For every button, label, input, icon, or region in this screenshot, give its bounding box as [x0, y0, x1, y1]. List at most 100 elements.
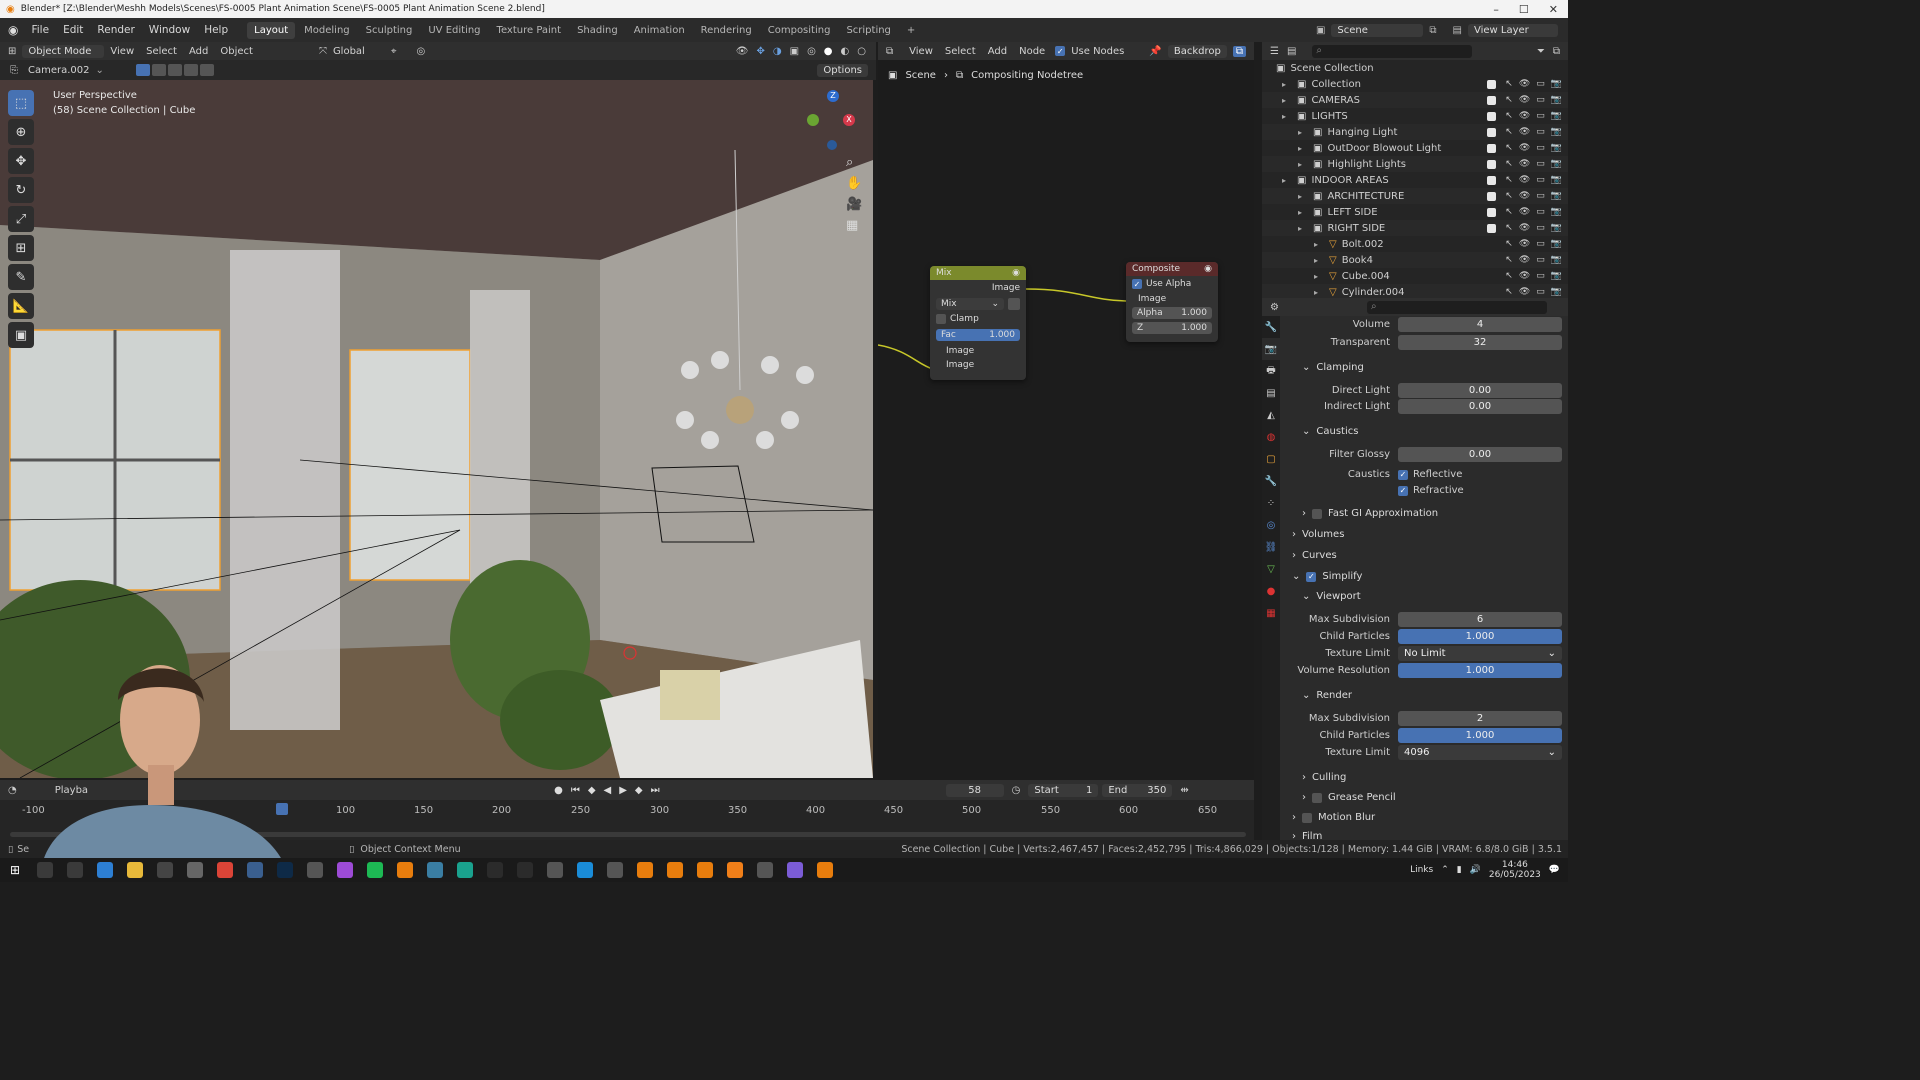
render-icon[interactable]: 📷: [1551, 271, 1562, 281]
jump-start-icon[interactable]: ⏮: [571, 785, 580, 796]
curves-section[interactable]: › Curves: [1292, 550, 1337, 561]
render-icon[interactable]: 📷: [1551, 79, 1562, 89]
node-preview-icon[interactable]: ◉: [1012, 268, 1020, 278]
close-icon[interactable]: ✕: [1549, 3, 1558, 16]
tab-shading[interactable]: Shading: [570, 22, 625, 39]
viewport-menu-view[interactable]: View: [110, 46, 134, 57]
app-icon[interactable]: [427, 862, 444, 878]
obs-icon[interactable]: [157, 862, 174, 878]
current-frame-field[interactable]: 58: [945, 783, 1004, 797]
viewport-menu-object[interactable]: Object: [220, 46, 253, 57]
app-icon[interactable]: [577, 862, 594, 878]
camera-view-icon[interactable]: 🎥: [846, 197, 862, 212]
viewport-menu-add[interactable]: Add: [189, 46, 208, 57]
indirect-light-field[interactable]: 0.00: [1398, 399, 1562, 414]
outliner-item[interactable]: ▸ ▽ Bolt.002 ↖ 👁 ▭ 📷: [1262, 236, 1568, 252]
shading-material-icon[interactable]: ◐: [841, 46, 850, 57]
app-icon[interactable]: [547, 862, 564, 878]
properties-type-icon[interactable]: ⚙: [1270, 302, 1279, 313]
chevron-icon[interactable]: ▸: [1282, 96, 1292, 105]
spotify-icon[interactable]: [367, 862, 384, 878]
cursor-tool-icon[interactable]: ⊕: [8, 119, 34, 145]
app-icon[interactable]: [397, 862, 414, 878]
modifier-tab-icon[interactable]: 🔧: [1262, 470, 1280, 492]
rotate-tool-icon[interactable]: ↻: [8, 177, 34, 203]
mix-blend-select[interactable]: Mix ⌄: [936, 298, 1004, 310]
clamping-section[interactable]: ⌄ Clamping: [1302, 362, 1364, 373]
outliner-item[interactable]: ▸ ▣ INDOOR AREAS ↖ 👁 ▭ 📷: [1262, 172, 1568, 188]
new-collection-icon[interactable]: ⧉: [1553, 46, 1560, 57]
clock-date[interactable]: 26/05/2023: [1489, 870, 1541, 880]
outliner-item[interactable]: ▸ ▣ LIGHTS ↖ 👁 ▭ 📷: [1262, 108, 1568, 124]
eye-icon[interactable]: 👁: [1519, 255, 1530, 265]
blender-icon[interactable]: [697, 862, 714, 878]
tab-animation[interactable]: Animation: [627, 22, 692, 39]
reflective-checkbox[interactable]: ✓: [1398, 469, 1408, 480]
outliner-item[interactable]: ▸ ▣ LEFT SIDE ↖ 👁 ▭ 📷: [1262, 204, 1568, 220]
render-icon[interactable]: 📷: [1551, 255, 1562, 265]
chevron-icon[interactable]: ▸: [1314, 288, 1324, 297]
r-max-subdiv-field[interactable]: 2: [1398, 711, 1562, 726]
grid-view-icon[interactable]: ▦: [846, 218, 862, 233]
node-menu-select[interactable]: Select: [945, 46, 976, 57]
clamp-checkbox[interactable]: [936, 314, 946, 324]
zoom-icon[interactable]: ⌕: [846, 155, 862, 170]
chevron-icon[interactable]: ▸: [1282, 112, 1292, 121]
scene-selector[interactable]: Scene: [1331, 23, 1424, 37]
blender-icon[interactable]: [637, 862, 654, 878]
end-frame-field[interactable]: End 350: [1102, 783, 1173, 797]
render-subsection[interactable]: ⌄ Render: [1302, 690, 1352, 701]
material-tab-icon[interactable]: ●: [1262, 580, 1280, 602]
simplify-section[interactable]: ⌄ ✓ Simplify: [1292, 571, 1362, 582]
menu-help[interactable]: Help: [197, 24, 235, 36]
render-icon[interactable]: 📷: [1551, 175, 1562, 185]
view-layer-selector[interactable]: View Layer: [1468, 23, 1558, 37]
output-tab-icon[interactable]: 🖶: [1262, 360, 1280, 382]
eye-icon[interactable]: 👁: [1519, 143, 1530, 153]
menu-file[interactable]: File: [24, 24, 56, 36]
notification-icon[interactable]: 💬: [1549, 865, 1560, 875]
volume-icon[interactable]: 🔊: [1470, 865, 1481, 875]
chevron-icon[interactable]: ▸: [1298, 160, 1308, 169]
filter-glossy-field[interactable]: 0.00: [1398, 447, 1562, 462]
menu-render[interactable]: Render: [90, 24, 141, 36]
camera-restrict-icon[interactable]: ▭: [1536, 79, 1545, 89]
exclude-checkbox[interactable]: [1487, 223, 1496, 233]
caustics-section[interactable]: ⌄ Caustics: [1302, 426, 1358, 437]
r-texture-limit-select[interactable]: 4096 ⌄: [1398, 745, 1562, 760]
display-mode-icon[interactable]: ▤: [1287, 46, 1296, 57]
outliner-item[interactable]: ▸ ▽ Cube.004 ↖ 👁 ▭ 📷: [1262, 268, 1568, 284]
painter-icon[interactable]: [517, 862, 534, 878]
camera-restrict-icon[interactable]: ▭: [1536, 143, 1545, 153]
editor-type-icon[interactable]: ⊞: [8, 46, 16, 57]
menu-window[interactable]: Window: [142, 24, 197, 36]
render-icon[interactable]: 📷: [1551, 127, 1562, 137]
gizmo-neg-z-axis[interactable]: [827, 140, 837, 150]
exclude-checkbox[interactable]: [1487, 111, 1496, 121]
eye-icon[interactable]: 👁: [1519, 111, 1530, 121]
viewport-menu-select[interactable]: Select: [146, 46, 177, 57]
blender-icon[interactable]: [817, 862, 834, 878]
composite-node[interactable]: Composite ◉ ✓ Use Alpha Image Alpha 1.000…: [1126, 262, 1218, 342]
start-frame-field[interactable]: Start 1: [1028, 783, 1099, 797]
file-explorer-icon[interactable]: [127, 862, 144, 878]
backdrop-toggle-icon[interactable]: ⧉: [1232, 45, 1246, 57]
outliner-item[interactable]: ▸ ▣ Highlight Lights ↖ 👁 ▭ 📷: [1262, 156, 1568, 172]
app-icon[interactable]: [247, 862, 264, 878]
xray-icon[interactable]: ▣: [790, 46, 799, 57]
fast-gi-section[interactable]: › Fast GI Approximation: [1302, 508, 1438, 519]
volumes-section[interactable]: › Volumes: [1292, 529, 1344, 540]
measure-tool-icon[interactable]: 📐: [8, 293, 34, 319]
chevron-icon[interactable]: ▸: [1298, 224, 1308, 233]
render-icon[interactable]: 📷: [1551, 223, 1562, 233]
pin-node-icon[interactable]: 📌: [1149, 46, 1161, 57]
exclude-checkbox[interactable]: [1487, 191, 1496, 201]
chevron-icon[interactable]: ▸: [1314, 256, 1324, 265]
shading-wireframe-icon[interactable]: ◎: [807, 46, 816, 57]
exclude-checkbox[interactable]: [1487, 143, 1496, 153]
properties-search-input[interactable]: ⌕: [1366, 300, 1547, 314]
daz-studio-icon[interactable]: [487, 862, 504, 878]
viewport-subsection[interactable]: ⌄ Viewport: [1302, 591, 1361, 602]
refractive-checkbox[interactable]: ✓: [1398, 485, 1408, 496]
eye-icon[interactable]: 👁: [1519, 271, 1530, 281]
